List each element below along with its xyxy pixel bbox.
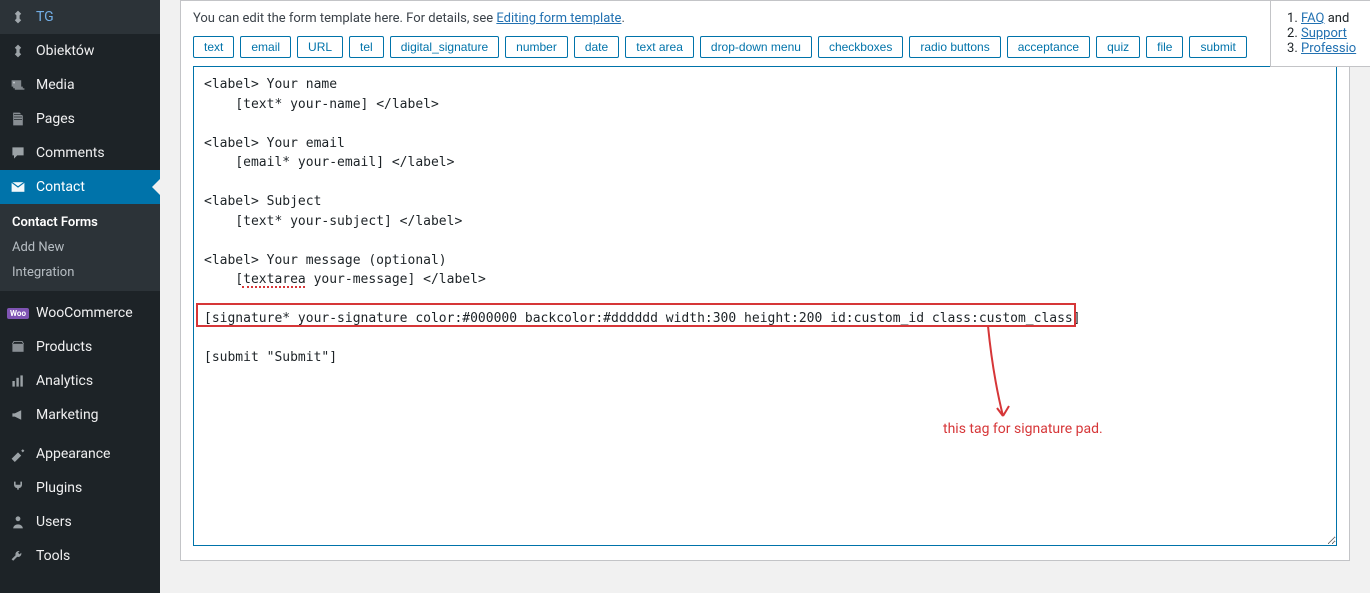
appearance-icon <box>8 444 28 464</box>
sidebar-item-tools[interactable]: Tools <box>0 539 160 573</box>
sidebar-item-label: Tools <box>36 548 70 564</box>
products-icon <box>8 337 28 357</box>
sidebar-item-label: Plugins <box>36 480 82 496</box>
sidebar-item-label: Marketing <box>36 407 99 423</box>
admin-sidebar: TG Obiektów Media Pages Comments <box>0 0 160 593</box>
sidebar-item-appearance[interactable]: Appearance <box>0 437 160 471</box>
sidebar-item-comments[interactable]: Comments <box>0 136 160 170</box>
textarea-wrapper: <label> Your name [text* your-name] </la… <box>193 66 1337 550</box>
media-icon <box>8 75 28 95</box>
tag-button-date[interactable]: date <box>574 36 619 58</box>
tag-button-radio[interactable]: radio buttons <box>909 36 1000 58</box>
panel-desc-text: You can edit the form template here. For… <box>193 11 496 26</box>
sidebar-sub-add-new[interactable]: Add New <box>0 235 160 260</box>
tag-button-email[interactable]: email <box>240 36 291 58</box>
tag-button-text[interactable]: text <box>193 36 234 58</box>
sidebar-item-products[interactable]: Products <box>0 330 160 364</box>
page-icon <box>8 109 28 129</box>
tag-button-textarea[interactable]: text area <box>625 36 694 58</box>
help-panel: FAQ and Support Professio <box>1270 0 1370 67</box>
tag-button-quiz[interactable]: quiz <box>1096 36 1140 58</box>
tag-button-dropdown[interactable]: drop-down menu <box>700 36 812 58</box>
tag-button-tel[interactable]: tel <box>349 36 384 58</box>
sidebar-item-contact[interactable]: Contact <box>0 170 160 204</box>
sidebar-item-label: Media <box>36 77 75 93</box>
tag-button-url[interactable]: URL <box>297 36 343 58</box>
tag-button-acceptance[interactable]: acceptance <box>1007 36 1090 58</box>
main-content: You can edit the form template here. For… <box>160 0 1370 593</box>
form-panel: You can edit the form template here. For… <box>180 0 1350 561</box>
woo-icon: Woo <box>8 303 28 323</box>
sidebar-item-label: Pages <box>36 111 75 127</box>
sidebar-submenu: Contact Forms Add New Integration <box>0 204 160 291</box>
mail-icon <box>8 177 28 197</box>
editing-template-link[interactable]: Editing form template <box>496 11 621 26</box>
tag-button-file[interactable]: file <box>1146 36 1183 58</box>
sidebar-item-label: Comments <box>36 145 105 161</box>
help-link-professional[interactable]: Professio <box>1301 41 1356 56</box>
tag-button-submit[interactable]: submit <box>1189 36 1246 58</box>
help-link-faq[interactable]: FAQ <box>1301 11 1324 26</box>
sidebar-item-plugins[interactable]: Plugins <box>0 471 160 505</box>
plugins-icon <box>8 478 28 498</box>
sidebar-item-media[interactable]: Media <box>0 68 160 102</box>
sidebar-item-label: Obiektów <box>36 43 94 59</box>
sidebar-item-analytics[interactable]: Analytics <box>0 364 160 398</box>
sidebar-item-pages[interactable]: Pages <box>0 102 160 136</box>
users-icon <box>8 512 28 532</box>
form-template-textarea[interactable] <box>193 66 1337 546</box>
tag-button-digital-signature[interactable]: digital_signature <box>390 36 499 58</box>
sidebar-sub-contact-forms[interactable]: Contact Forms <box>0 210 160 235</box>
sidebar-item-label: Appearance <box>36 446 110 462</box>
comment-icon <box>8 143 28 163</box>
help-link-support[interactable]: Support <box>1301 26 1347 41</box>
marketing-icon <box>8 405 28 425</box>
sidebar-item-label: WooCommerce <box>36 305 133 321</box>
sidebar-item-label: Products <box>36 339 92 355</box>
tag-buttons-row: text email URL tel digital_signature num… <box>193 36 1337 58</box>
panel-desc-suffix: . <box>621 11 624 26</box>
sidebar-item-obiektow[interactable]: Obiektów <box>0 34 160 68</box>
sidebar-item-tg[interactable]: TG <box>0 0 160 34</box>
analytics-icon <box>8 371 28 391</box>
pin-icon <box>8 41 28 61</box>
tag-button-checkboxes[interactable]: checkboxes <box>818 36 903 58</box>
pin-icon <box>8 7 28 27</box>
sidebar-item-label: TG <box>36 9 54 25</box>
sidebar-item-marketing[interactable]: Marketing <box>0 398 160 432</box>
panel-description: You can edit the form template here. For… <box>193 11 1337 26</box>
sidebar-item-label: Users <box>36 514 72 530</box>
sidebar-sub-integration[interactable]: Integration <box>0 260 160 285</box>
sidebar-item-label: Analytics <box>36 373 93 389</box>
sidebar-item-woocommerce[interactable]: Woo WooCommerce <box>0 296 160 330</box>
tools-icon <box>8 546 28 566</box>
tag-button-number[interactable]: number <box>505 36 568 58</box>
sidebar-item-users[interactable]: Users <box>0 505 160 539</box>
sidebar-item-label: Contact <box>36 179 85 195</box>
